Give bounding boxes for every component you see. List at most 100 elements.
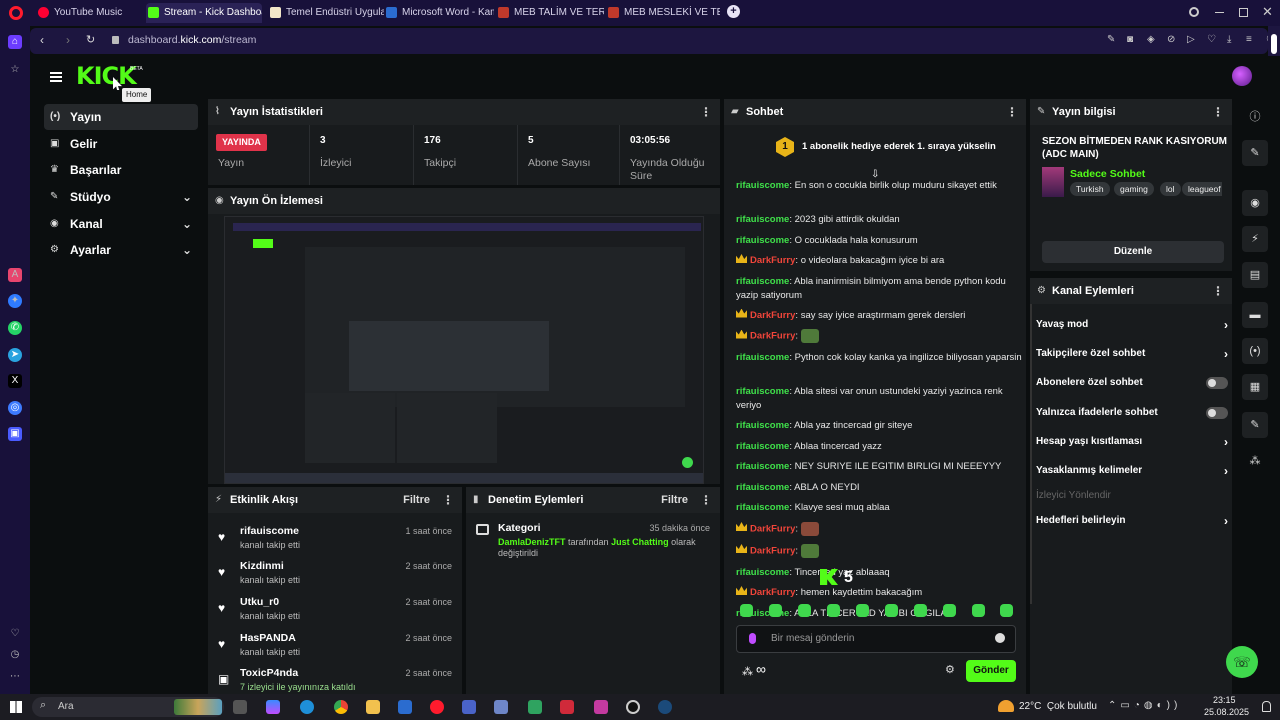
kick-logo[interactable]: KICK	[76, 62, 137, 90]
wrench-icon[interactable]: ✎	[1242, 412, 1268, 438]
more-options-icon[interactable]: ⋮	[1212, 99, 1224, 125]
more-options-icon[interactable]: ⋮	[700, 99, 712, 125]
x-icon[interactable]: X	[8, 374, 22, 388]
community-icon[interactable]: ⁂	[742, 665, 753, 678]
messenger-icon[interactable]: ✦	[8, 294, 22, 308]
clock-time[interactable]: 23:15	[1213, 695, 1236, 705]
emote-button[interactable]	[769, 604, 782, 617]
scrollbar[interactable]	[1030, 304, 1032, 604]
telegram-icon[interactable]: ➤	[8, 348, 22, 362]
chat-username[interactable]: rifauiscome	[736, 461, 789, 472]
tray-icons[interactable]: ⌃▭◔◍◐))	[1108, 700, 1181, 711]
windows-start-icon[interactable]	[10, 701, 22, 713]
mic-icon[interactable]	[749, 633, 756, 644]
support-chat-icon[interactable]: ☏	[1226, 646, 1258, 678]
nav-item-basarilar[interactable]: ♛ Başarılar	[44, 157, 198, 183]
new-tab-button[interactable]: +	[727, 5, 740, 18]
close-window-icon[interactable]: ✕	[1262, 4, 1273, 20]
chat-username[interactable]: rifauiscome	[736, 235, 789, 246]
tab-temel-endustri[interactable]: Temel Endüstri Uygulamal	[268, 3, 384, 23]
forward-icon[interactable]: ›	[66, 33, 70, 47]
twitch-like-icon[interactable]: ▣	[8, 427, 22, 441]
stream-preview-video[interactable]	[224, 216, 704, 484]
lock-icon[interactable]	[112, 36, 119, 44]
minimize-icon[interactable]	[1215, 12, 1224, 13]
info-icon[interactable]: ⓘ	[1242, 104, 1268, 130]
chat-emote[interactable]	[800, 521, 819, 536]
opera-taskbar-icon[interactable]	[430, 700, 444, 714]
filter-button[interactable]: Filtre	[661, 487, 688, 513]
back-icon[interactable]: ‹	[40, 33, 44, 47]
emote-button[interactable]	[943, 604, 956, 617]
heart-icon[interactable]: ♡	[8, 627, 22, 641]
tag-chip[interactable]: gaming	[1114, 182, 1154, 196]
toggle-switch[interactable]	[1206, 407, 1228, 419]
action-banned-words[interactable]: Yasaklanmış kelimeler ›	[1036, 458, 1228, 484]
app-icon[interactable]	[462, 700, 476, 714]
pencil-icon[interactable]: ✎	[1242, 140, 1268, 166]
menu-lines-icon[interactable]: ≡	[1246, 34, 1252, 45]
emote-button[interactable]	[798, 604, 811, 617]
notes-icon[interactable]: ▤	[1242, 262, 1268, 288]
notification-icon[interactable]	[1262, 701, 1271, 712]
chat-username[interactable]: DarkFurry	[750, 523, 795, 534]
nav-item-gelir[interactable]: ▣ Gelir	[44, 131, 198, 157]
shield-icon[interactable]: ◈	[1147, 34, 1155, 45]
chat-username[interactable]: rifauiscome	[736, 567, 789, 578]
aria-icon[interactable]: A	[8, 268, 22, 282]
search-tabs-icon[interactable]	[1189, 7, 1199, 17]
clock-date[interactable]: 25.08.2025	[1204, 707, 1249, 717]
chrome-icon[interactable]	[334, 700, 348, 714]
play-icon[interactable]: ▷	[1187, 34, 1195, 45]
chat-username[interactable]: DarkFurry	[750, 255, 795, 266]
action-followers-only[interactable]: Takipçilere özel sohbet ›	[1036, 341, 1228, 367]
edit-icon[interactable]: ✎	[1107, 34, 1115, 45]
history-icon[interactable]: ◷	[8, 648, 22, 662]
maximize-icon[interactable]	[1239, 8, 1248, 17]
chat-username[interactable]: DarkFurry	[750, 545, 795, 556]
vpn-icon[interactable]	[528, 700, 542, 714]
tag-chip[interactable]: Turkish	[1070, 182, 1110, 196]
word-app-icon[interactable]	[398, 700, 412, 714]
chat-username[interactable]: rifauiscome	[736, 276, 789, 287]
emote-button[interactable]	[827, 604, 840, 617]
tag-chip[interactable]: lol	[1160, 182, 1181, 196]
more-options-icon[interactable]: ⋮	[442, 487, 454, 513]
edge-icon[interactable]	[300, 700, 314, 714]
send-button[interactable]: Gönder	[966, 660, 1016, 682]
action-slow-mode[interactable]: Yavaş mod ›	[1036, 312, 1228, 338]
tab-microsoft-word[interactable]: Microsoft Word - Kamaral	[384, 3, 494, 23]
more-options-icon[interactable]: ⋮	[700, 487, 712, 513]
more-options-icon[interactable]: ⋮	[1006, 99, 1018, 125]
chat-username[interactable]: DarkFurry	[750, 587, 795, 598]
app-icon[interactable]	[560, 700, 574, 714]
tab-meb-mesleki[interactable]: MEB MESLEKİ VE TEKNİK	[606, 3, 720, 23]
download-icon[interactable]: ⤓	[1227, 34, 1231, 45]
opera-logo[interactable]	[9, 6, 23, 20]
task-view-icon[interactable]	[233, 700, 247, 714]
chat-emote[interactable]	[800, 329, 819, 343]
nav-item-studyo[interactable]: ✎ Stüdyo ⌄	[44, 184, 198, 210]
layout-icon[interactable]: ▦	[1242, 374, 1268, 400]
emote-button[interactable]	[740, 604, 753, 617]
emote-button[interactable]	[914, 604, 927, 617]
community-icon[interactable]: ⁂	[1242, 448, 1268, 474]
infinity-icon[interactable]: ∞	[756, 661, 766, 677]
tab-meb-talim[interactable]: MEB TALİM VE TERBİYE K	[496, 3, 604, 23]
steam-icon[interactable]	[658, 700, 672, 714]
emote-button[interactable]	[972, 604, 985, 617]
chat-username[interactable]: DarkFurry	[750, 331, 795, 342]
player-icon[interactable]: ◎	[8, 401, 22, 415]
whatsapp-icon[interactable]: ✆	[8, 321, 22, 335]
tab-youtube-music[interactable]: YouTube Music	[36, 3, 142, 23]
chat-username[interactable]: rifauiscome	[736, 180, 789, 191]
nav-item-yayin[interactable]: (•) Yayın	[44, 104, 198, 130]
lightning-icon[interactable]: ⚡	[1242, 226, 1268, 252]
filter-button[interactable]: Filtre	[403, 487, 430, 513]
file-explorer-icon[interactable]	[366, 700, 380, 714]
action-set-goals[interactable]: Hedefleri belirleyin ›	[1036, 508, 1228, 534]
heart-outline-icon[interactable]: ♡	[1207, 34, 1216, 45]
preview-icon[interactable]: ◉	[1242, 190, 1268, 216]
chat-username[interactable]: rifauiscome	[736, 441, 789, 452]
more-options-icon[interactable]: ⋮	[1212, 278, 1224, 304]
